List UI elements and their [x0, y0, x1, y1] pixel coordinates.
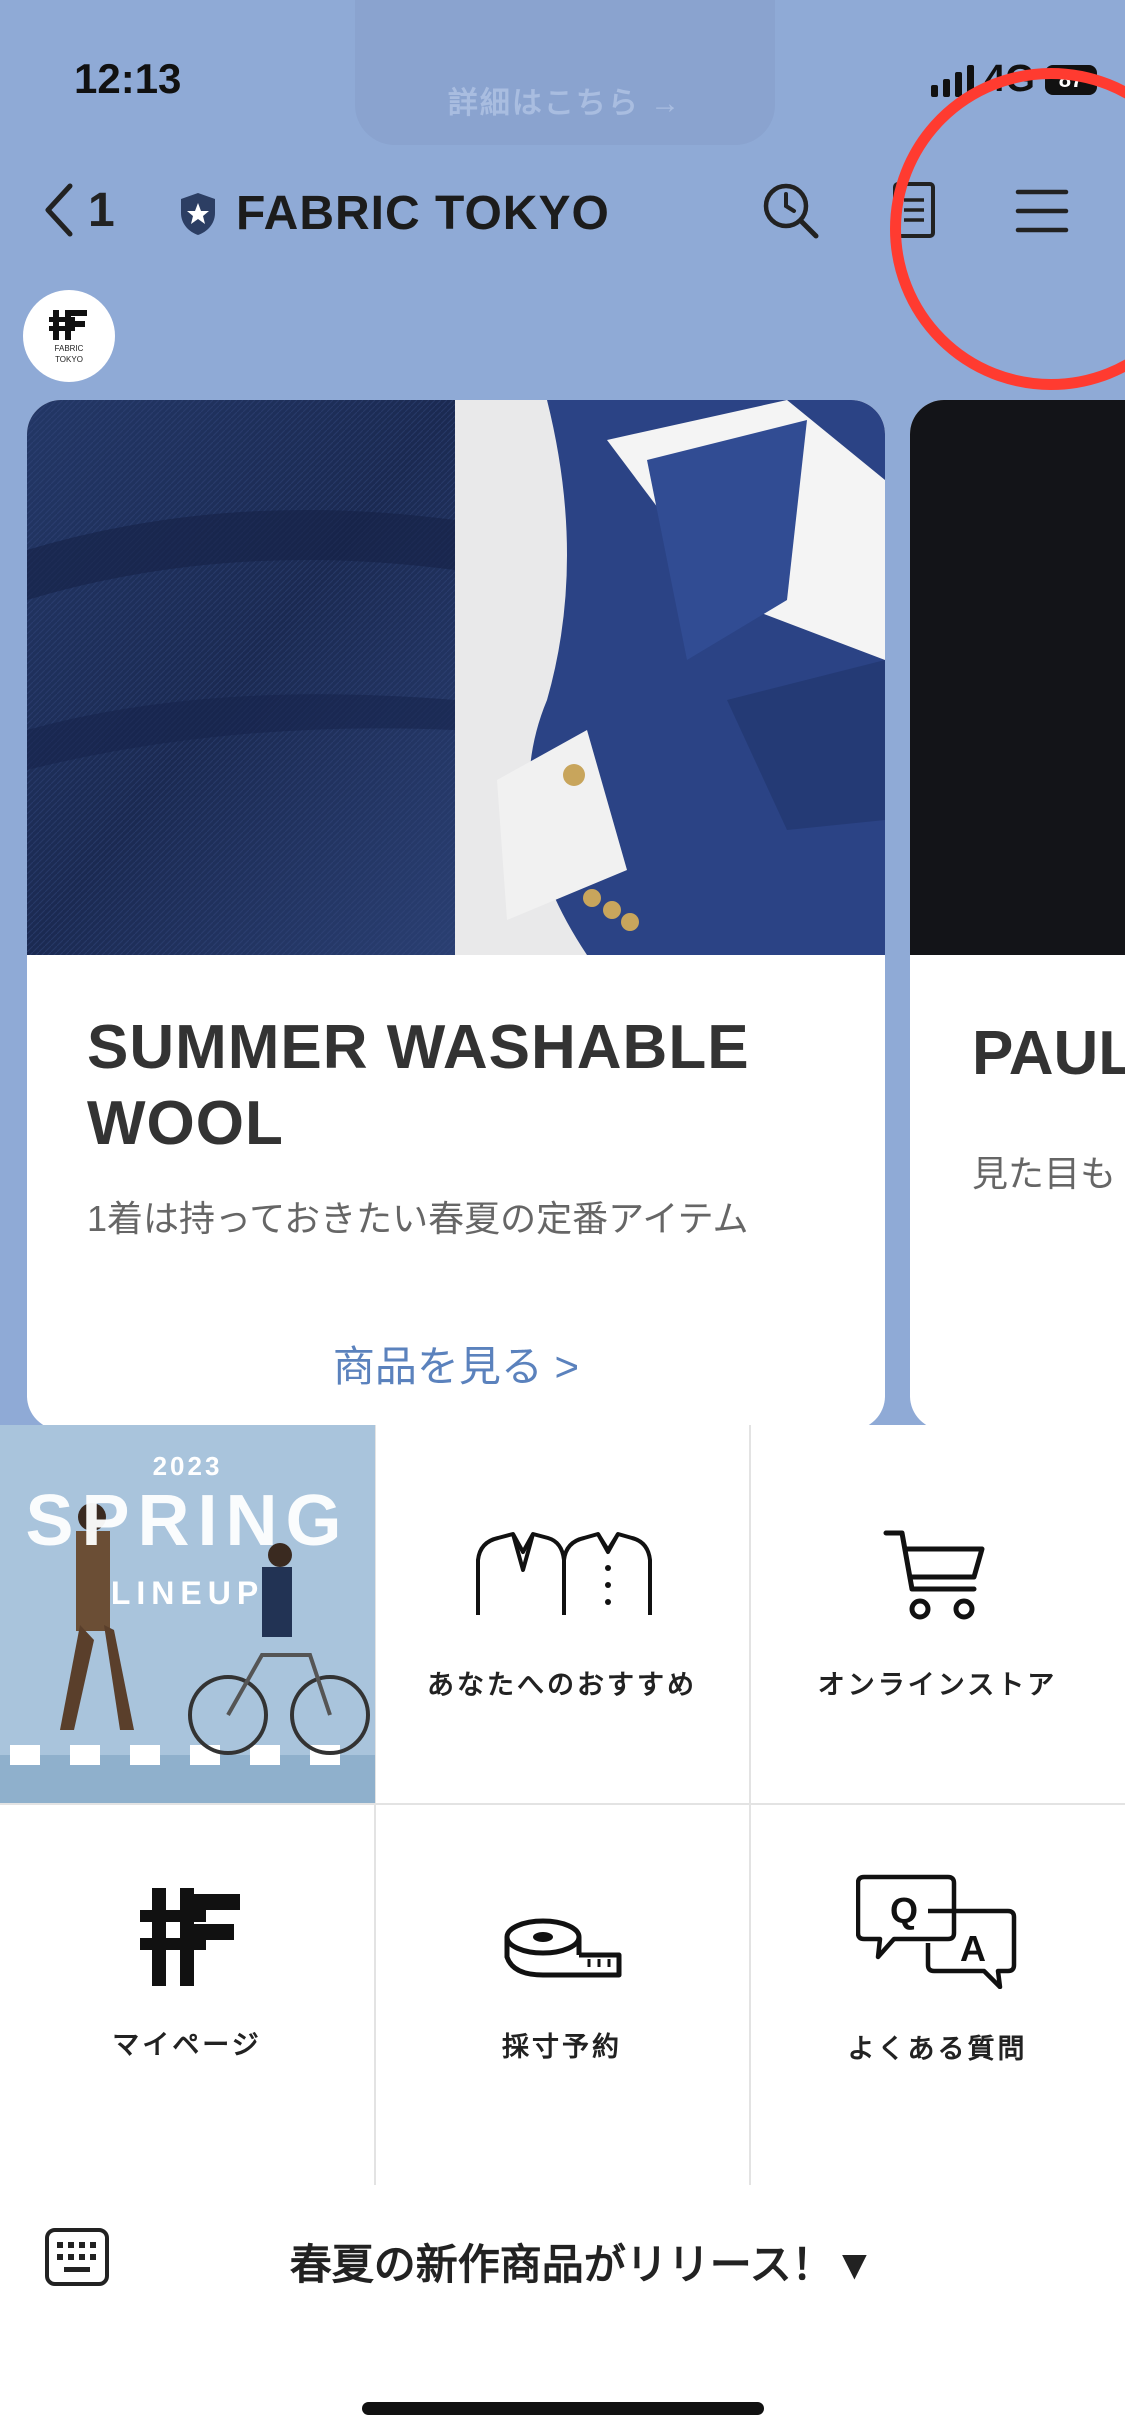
spring-lineup-image: 2023 SPRING LINEUP [0, 1425, 375, 1803]
fabric-tokyo-logo-icon [140, 1888, 240, 1986]
card-title: SUMMER WASHABLE WOOL [87, 1013, 750, 1158]
shield-star-icon [181, 192, 215, 235]
home-indicator [362, 2402, 764, 2415]
menu-item-measurement[interactable]: 採寸予約 [375, 1805, 751, 2185]
menu-item-label: 採寸予約 [502, 2032, 622, 2062]
account-avatar[interactable]: FABRIC TOKYO [23, 290, 115, 382]
card-title: PAUL [972, 1019, 1125, 1088]
fabric-tokyo-logo-icon [49, 310, 87, 340]
chat-area: 詳細はこちら → 12:13 4G 87 1 FABRIC TOKYO FABR… [0, 0, 1125, 1425]
banner-year: 2023 [152, 1451, 223, 1481]
carousel-card[interactable]: PAUL 見た目も [910, 400, 1125, 1425]
banner-title: SPRING [25, 1481, 350, 1561]
view-products-link[interactable]: 商品を見る > [27, 1333, 885, 1394]
product-image [27, 400, 885, 955]
rich-menu-toggle[interactable]: 春夏の新作商品がリリース！▼ [0, 2231, 1125, 2292]
svg-text:A: A [960, 1928, 986, 1969]
svg-text:Q: Q [890, 1890, 918, 1931]
rich-menu: 2023 SPRING LINEUP あなたへのおすすめ オンラインストア マイ… [0, 1425, 1125, 2185]
status-time: 12:13 [74, 55, 182, 102]
chevron-left-icon [45, 183, 73, 237]
card-subtitle: 1着は持っておきたい春夏の定番アイテム [87, 1198, 749, 1239]
menu-item-my-page[interactable]: マイページ [0, 1805, 376, 2185]
background-banner: 詳細はこちら → [355, 0, 775, 145]
spring-lineup-banner[interactable]: 2023 SPRING LINEUP [0, 1425, 376, 1805]
measuring-tape-icon [504, 1918, 622, 1978]
banner-subtitle: LINEUP [110, 1575, 265, 1611]
menu-item-faq[interactable]: Q A よくある質問 [750, 1805, 1125, 2185]
menu-item-label: マイページ [112, 2030, 262, 2060]
background-banner-text: 詳細はこちら → [447, 87, 683, 120]
menu-item-label: あなたへのおすすめ [427, 1670, 697, 1700]
highlight-circle [890, 68, 1125, 390]
carousel-card[interactable]: SUMMER WASHABLE WOOL 1着は持っておきたい春夏の定番アイテム… [27, 400, 885, 1425]
menu-item-online-store[interactable]: オンラインストア [750, 1425, 1125, 1805]
bottom-bar: 春夏の新作商品がリリース！▼ [0, 2185, 1125, 2436]
shirts-icon [476, 1532, 652, 1615]
qa-bubbles-icon: Q A [856, 1874, 1017, 1989]
cart-icon [883, 1530, 985, 1620]
account-name: FABRIC TOKYO [236, 187, 610, 240]
avatar-text-line1: FABRIC [54, 344, 84, 353]
account-title[interactable]: FABRIC TOKYO [178, 186, 610, 241]
avatar-text-line2: TOKYO [55, 355, 83, 364]
menu-item-label: オンラインストア [817, 1670, 1058, 1700]
unread-count: 1 [88, 183, 115, 237]
menu-item-label: よくある質問 [847, 2034, 1028, 2064]
card-subtitle: 見た目も [972, 1153, 1117, 1194]
back-button[interactable]: 1 [42, 180, 115, 240]
product-image [910, 400, 1125, 955]
search-clock-icon[interactable] [760, 180, 822, 242]
menu-item-recommend[interactable]: あなたへのおすすめ [375, 1425, 751, 1805]
